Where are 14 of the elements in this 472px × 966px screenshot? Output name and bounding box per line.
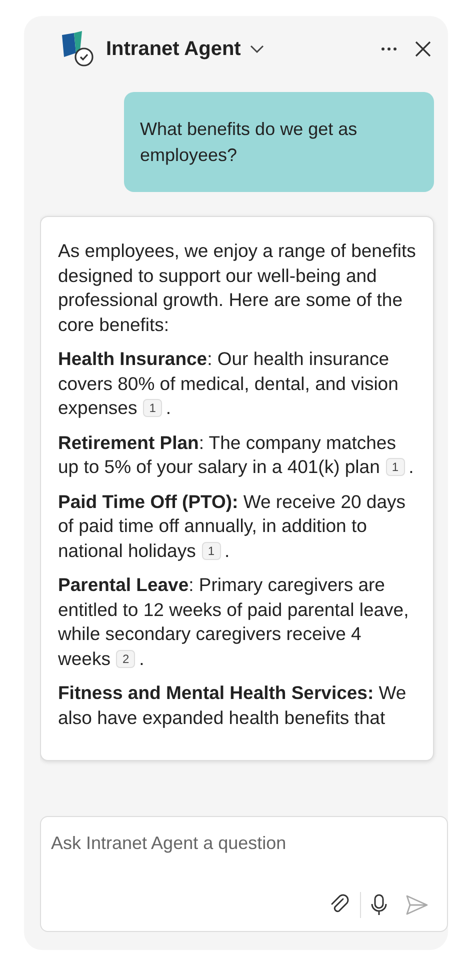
benefit-paragraph: Paid Time Off (PTO): We receive 20 days of paid time off annually, in addition to national holidays 1 .	[58, 490, 407, 563]
citation-link[interactable]: 1	[143, 399, 162, 417]
question-input-field[interactable]: Ask Intranet Agent a question	[51, 833, 437, 854]
user-message: What benefits do we get as employees?	[124, 92, 434, 192]
benefit-paragraph: Parental Leave: Primary caregivers are entitled to 12 weeks of paid parental leave, while secondary caregivers receive 4 weeks 2 .	[58, 573, 410, 670]
agent-title: Intranet Agent	[106, 38, 241, 60]
citation-link[interactable]: 2	[116, 650, 136, 668]
citation-link[interactable]: 1	[386, 458, 405, 476]
benefit-paragraph: Fitness and Mental Health Services: We also have expanded health benefits that	[58, 681, 408, 730]
response-paragraph: As employees, we enjoy a range of benefits designed to support our well-being and professional growth. Here are some of the core benefits:	[58, 239, 416, 336]
agent-logo-icon	[60, 31, 96, 67]
benefit-paragraph: Retirement Plan: The company matches up to 5% of your salary in a 401(k) plan 1 .	[58, 430, 415, 479]
citation-link[interactable]: 1	[202, 542, 221, 560]
benefit-paragraph: Health Insurance: Our health insurance covers 80% of medical, dental, and vision expenses 1 .	[58, 347, 400, 420]
